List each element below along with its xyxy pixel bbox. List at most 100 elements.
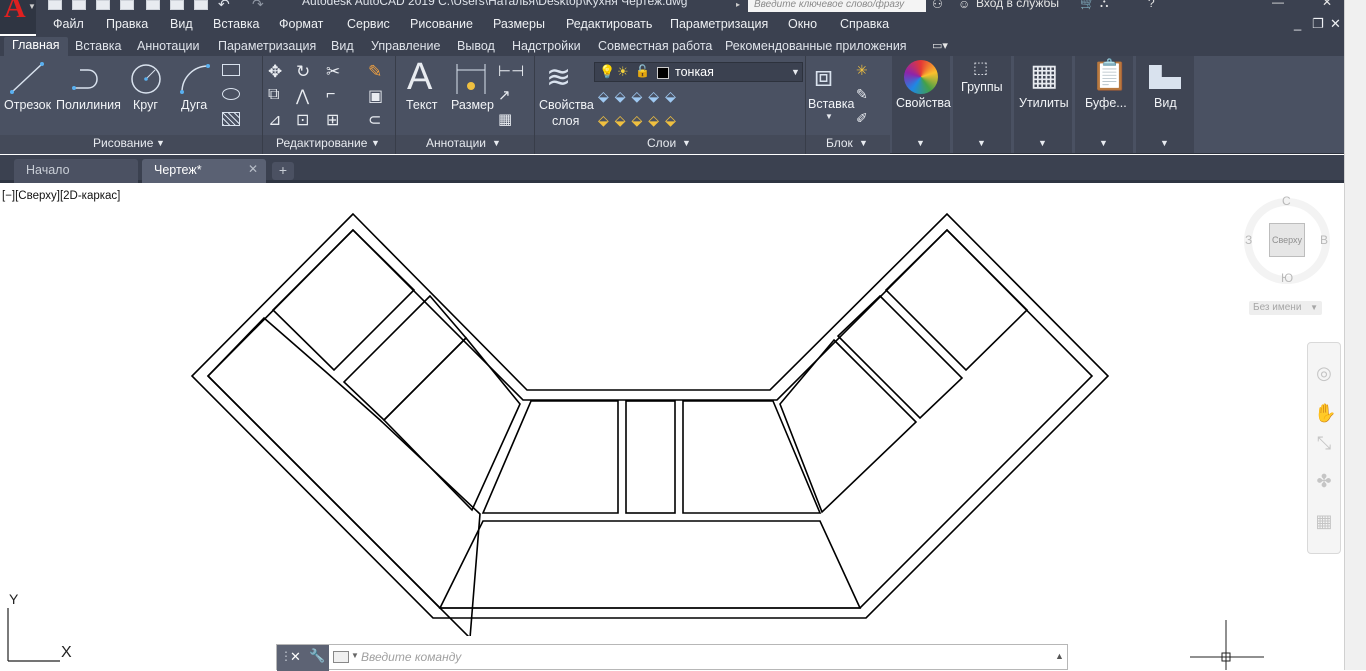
dimension-button[interactable]: Размер xyxy=(451,98,494,112)
layers-panel-title[interactable]: Слои xyxy=(647,136,676,153)
chevron-up-icon[interactable]: ▲ xyxy=(1055,651,1064,661)
plot-icon[interactable] xyxy=(194,0,208,10)
pan-icon[interactable]: ✋ xyxy=(1314,403,1336,423)
showmotion-icon[interactable]: ▦ xyxy=(1314,511,1334,531)
copy-icon[interactable]: ⧉ xyxy=(268,86,279,104)
open-file-icon[interactable] xyxy=(72,0,86,10)
groups-panel[interactable]: ⬚ Группы ▼ xyxy=(953,56,1011,153)
layer-properties-button-line2[interactable]: слоя xyxy=(552,114,579,128)
annotation-panel-title[interactable]: Аннотации xyxy=(426,136,486,153)
compass-west[interactable]: З xyxy=(1245,233,1252,247)
menu-format[interactable]: Формат xyxy=(279,17,323,31)
drawing-canvas[interactable] xyxy=(0,186,1300,636)
redo-icon[interactable]: ↷ xyxy=(252,0,264,13)
rectangle-icon[interactable] xyxy=(222,64,240,76)
viewcube-top-face[interactable]: Сверху xyxy=(1269,223,1305,257)
file-tab-drawing[interactable]: Чертеж* ✕ xyxy=(142,159,266,183)
layer-properties-button[interactable]: Свойства xyxy=(539,98,594,112)
table-icon[interactable]: ▦ xyxy=(498,110,512,128)
save-web-icon[interactable] xyxy=(170,0,184,10)
menu-draw[interactable]: Рисование xyxy=(410,17,473,31)
menu-window[interactable]: Окно xyxy=(788,17,817,31)
steering-wheel-icon[interactable]: ◎ xyxy=(1314,363,1334,383)
tab-collaborate[interactable]: Совместная работа xyxy=(598,39,712,53)
file-tab-start[interactable]: Начало xyxy=(14,159,138,183)
array-icon[interactable]: ⊞ xyxy=(326,110,339,130)
wrench-icon[interactable]: 🔧 xyxy=(309,648,325,664)
properties-panel[interactable]: Свойства ▼ xyxy=(892,56,951,153)
command-prompt-icon[interactable] xyxy=(333,651,349,663)
polyline-button[interactable]: Полилиния xyxy=(56,98,121,112)
line-button[interactable]: Отрезок xyxy=(4,98,51,112)
insert-button[interactable]: Вставка xyxy=(808,97,854,111)
open-web-icon[interactable] xyxy=(146,0,160,10)
tab-insert[interactable]: Вставка xyxy=(75,39,121,53)
tab-addins[interactable]: Надстройки xyxy=(512,39,581,53)
edit-attributes-icon[interactable]: ✐ xyxy=(856,110,868,127)
scale-icon[interactable]: ⊡ xyxy=(296,110,309,130)
utilities-panel[interactable]: ▦ Утилиты ▼ xyxy=(1014,56,1072,153)
menu-help[interactable]: Справка xyxy=(840,17,889,31)
compass-south[interactable]: Ю xyxy=(1281,271,1293,285)
doc-minimize-icon[interactable]: _ xyxy=(1294,16,1301,31)
menu-insert[interactable]: Вставка xyxy=(213,17,259,31)
save-icon[interactable] xyxy=(96,0,110,10)
ribbon-toggle-icon[interactable]: ▭▾ xyxy=(932,39,948,52)
menu-parametric[interactable]: Параметризация xyxy=(670,17,768,31)
layer-tools-row2-icon[interactable]: ⬙⬙⬙⬙⬙ xyxy=(598,112,682,129)
tab-output[interactable]: Вывод xyxy=(457,39,495,53)
compass-north[interactable]: С xyxy=(1282,194,1291,208)
menu-modify[interactable]: Редактировать xyxy=(566,17,652,31)
ucs-menu[interactable]: Без имени ▼ xyxy=(1249,301,1322,315)
tab-annotate[interactable]: Аннотации xyxy=(137,39,199,53)
layer-tools-row1-icon[interactable]: ⬙⬙⬙⬙⬙ xyxy=(598,88,682,105)
tab-featured-apps[interactable]: Рекомендованные приложения xyxy=(725,39,907,53)
mirror-icon[interactable]: ⋀ xyxy=(296,86,309,106)
search-expand-icon[interactable]: ▸ xyxy=(736,0,746,12)
menu-dimensions[interactable]: Размеры xyxy=(493,17,545,31)
app-minimize-icon[interactable]: — xyxy=(1272,0,1284,9)
save-as-icon[interactable] xyxy=(120,0,134,10)
modify-panel-title[interactable]: Редактирование xyxy=(276,136,367,153)
compass-east[interactable]: В xyxy=(1320,233,1328,247)
arc-button[interactable]: Дуга xyxy=(181,98,207,112)
erase-icon[interactable]: ✎ xyxy=(368,62,382,82)
menu-view[interactable]: Вид xyxy=(170,17,193,31)
tab-view[interactable]: Вид xyxy=(331,39,354,53)
hatch-icon[interactable] xyxy=(222,112,240,126)
linear-dim-icon[interactable]: ⊢⊣ xyxy=(498,62,524,80)
user-icon[interactable]: ☺ xyxy=(958,0,970,11)
stretch-icon[interactable]: ⊿ xyxy=(268,110,281,130)
offset-icon[interactable]: ⊂ xyxy=(368,110,381,130)
command-input[interactable]: Введите команду xyxy=(361,650,461,664)
close-icon[interactable]: ✕ xyxy=(290,649,301,665)
app-close-icon[interactable]: ✕ xyxy=(1322,0,1332,9)
login-button[interactable]: Вход в службы xyxy=(976,0,1059,10)
explode-icon[interactable]: ▣ xyxy=(368,86,383,106)
zoom-icon[interactable]: ⤡ xyxy=(1314,433,1334,453)
view-panel[interactable]: Вид ▼ xyxy=(1136,56,1194,153)
cart-icon[interactable]: 🛒 xyxy=(1080,0,1095,10)
draw-panel-title[interactable]: Рисование xyxy=(93,136,153,153)
layer-dropdown[interactable]: 💡 ☀ 🔓 тонкая ▼ xyxy=(594,62,803,82)
add-tab-button[interactable]: + xyxy=(272,162,294,180)
doc-restore-icon[interactable]: ❐ xyxy=(1312,16,1324,32)
doc-close-icon[interactable]: ✕ xyxy=(1330,16,1341,32)
search-input[interactable]: Введите ключевое слово/фразу xyxy=(748,0,926,12)
chevron-down-icon[interactable]: ▼ xyxy=(351,651,359,660)
binoculars-icon[interactable]: ⚇ xyxy=(932,0,943,11)
help-icon[interactable]: ? xyxy=(1148,0,1155,10)
tab-manage[interactable]: Управление xyxy=(371,39,441,53)
menu-tools[interactable]: Сервис xyxy=(347,17,390,31)
move-icon[interactable]: ✥ xyxy=(268,62,282,82)
tab-parametric[interactable]: Параметризация xyxy=(218,39,316,53)
exchange-icon[interactable]: ⛬ xyxy=(1100,0,1108,11)
menu-edit[interactable]: Правка xyxy=(106,17,148,31)
undo-icon[interactable]: ↶ xyxy=(218,0,230,13)
command-line-handle[interactable]: ⋮ ✕ 🔧 xyxy=(277,645,329,671)
orbit-icon[interactable]: ✤ xyxy=(1314,471,1334,491)
close-icon[interactable]: ✕ xyxy=(248,162,258,176)
ellipse-icon[interactable] xyxy=(222,88,240,100)
rotate-icon[interactable]: ↻ xyxy=(296,62,310,82)
clipboard-panel[interactable]: 📋 Буфе... ▼ xyxy=(1075,56,1133,153)
